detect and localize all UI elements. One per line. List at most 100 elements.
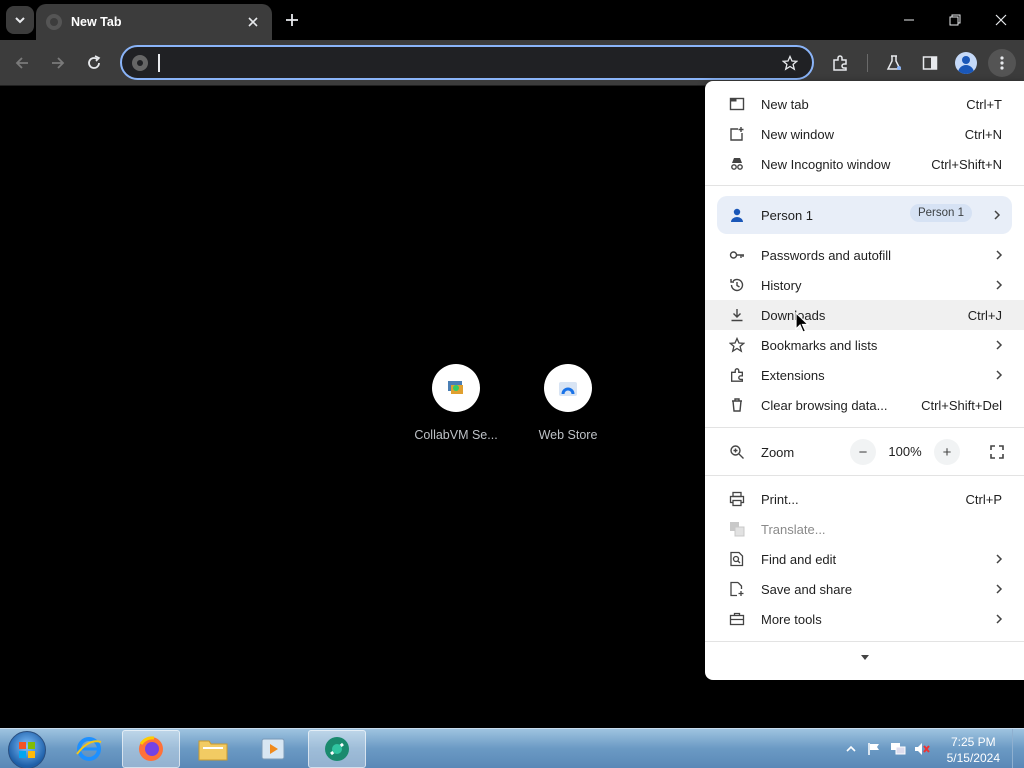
menu-item-label: Passwords and autofill	[761, 247, 892, 263]
menu-item-print[interactable]: Print... Ctrl+P	[705, 484, 1024, 514]
extensions-button[interactable]	[826, 49, 854, 77]
menu-more-button[interactable]	[855, 651, 875, 665]
menu-item-extensions[interactable]: Extensions	[705, 360, 1024, 390]
chrome-menu: New tab Ctrl+T New window Ctrl+N New Inc…	[705, 81, 1024, 680]
restore-icon	[949, 14, 961, 26]
screen: New Tab CollabVM Se... Web Store New tab…	[0, 0, 1024, 768]
menu-item-find-edit[interactable]: Find and edit	[705, 544, 1024, 574]
tray-volume[interactable]	[914, 741, 930, 757]
shortcut-tile	[432, 364, 480, 412]
menu-item-new-window[interactable]: New window Ctrl+N	[705, 119, 1024, 149]
folder-icon	[198, 740, 228, 761]
close-window-button[interactable]	[978, 0, 1024, 40]
taskbar-file-explorer[interactable]	[184, 730, 242, 768]
show-desktop-button[interactable]	[1012, 729, 1024, 768]
forward-button[interactable]	[44, 49, 72, 77]
labs-button[interactable]	[880, 49, 908, 77]
zoom-in-button[interactable]: +	[934, 439, 960, 465]
tray-network[interactable]	[890, 741, 906, 757]
minimize-button[interactable]	[886, 0, 932, 40]
menu-item-more-tools[interactable]: More tools	[705, 604, 1024, 634]
profile-button[interactable]	[952, 49, 980, 77]
fullscreen-button[interactable]	[984, 439, 1010, 465]
start-button[interactable]	[8, 731, 46, 768]
taskbar-firefox[interactable]	[122, 730, 180, 768]
chevron-right-icon	[996, 340, 1003, 350]
menu-item-shortcut: Ctrl+Shift+N	[931, 156, 1002, 172]
chrome-favicon-icon	[46, 14, 62, 30]
menu-item-translate[interactable]: Translate...	[705, 514, 1024, 544]
clock-date: 5/15/2024	[946, 751, 1000, 765]
bookmark-star-button[interactable]	[778, 51, 802, 75]
menu-item-passwords[interactable]: Passwords and autofill	[705, 240, 1024, 270]
menu-item-new-tab[interactable]: New tab Ctrl+T	[705, 89, 1024, 119]
menu-item-profile[interactable]: Person 1 Person 1	[717, 196, 1012, 234]
taskbar-internet-explorer[interactable]	[60, 730, 118, 768]
address-bar[interactable]	[120, 45, 814, 80]
menu-item-history[interactable]: History	[705, 270, 1024, 300]
arrow-left-icon	[15, 57, 28, 69]
close-icon	[248, 17, 258, 27]
menu-item-save-share[interactable]: Save and share	[705, 574, 1024, 604]
menu-item-clear-data[interactable]: Clear browsing data... Ctrl+Shift+Del	[705, 390, 1024, 420]
tab-new-tab[interactable]: New Tab	[36, 4, 272, 40]
taskbar: 7:25 PM 5/15/2024	[0, 728, 1024, 768]
taskbar-clock[interactable]: 7:25 PM 5/15/2024	[947, 734, 1000, 766]
menu-item-bookmarks[interactable]: Bookmarks and lists	[705, 330, 1024, 360]
tab-search-button[interactable]	[6, 6, 34, 34]
menu-separator	[705, 185, 1024, 186]
caret-down-icon	[861, 655, 869, 660]
shortcut-collabvm[interactable]: CollabVM Se...	[396, 364, 516, 442]
printer-icon	[729, 491, 745, 507]
minus-icon: −	[858, 443, 868, 461]
toolbar	[0, 40, 1024, 86]
tab-strip: New Tab	[0, 0, 1024, 40]
chrome-menu-button[interactable]	[988, 49, 1016, 77]
shortcut-label: Web Store	[538, 428, 598, 442]
chevron-up-icon	[846, 745, 856, 752]
toolbar-separator	[867, 54, 868, 72]
mouse-cursor-icon	[795, 312, 809, 333]
profile-name: Person 1	[761, 207, 814, 223]
close-icon	[995, 14, 1007, 26]
tray-action-center[interactable]	[866, 741, 882, 757]
side-panel-icon	[922, 56, 938, 70]
menu-item-downloads[interactable]: Downloads Ctrl+J	[705, 300, 1024, 330]
menu-item-shortcut: Ctrl+N	[964, 126, 1002, 142]
restore-button[interactable]	[932, 0, 978, 40]
chevron-right-icon	[996, 280, 1003, 290]
taskbar-media-player[interactable]	[244, 730, 302, 768]
avatar	[955, 52, 977, 74]
clock-time: 7:25 PM	[950, 735, 996, 749]
reload-button[interactable]	[80, 49, 108, 77]
volume-muted-icon	[915, 743, 930, 755]
web-store-icon	[559, 382, 577, 396]
chevron-right-icon	[996, 584, 1003, 594]
menu-separator	[705, 641, 1024, 642]
shortcut-web-store[interactable]: Web Store	[508, 364, 628, 442]
flask-icon	[886, 55, 902, 70]
fullscreen-icon	[990, 445, 1004, 459]
side-panel-button[interactable]	[916, 49, 944, 77]
menu-item-label: Find and edit	[761, 551, 837, 567]
menu-item-shortcut: Ctrl+T	[966, 96, 1002, 112]
back-button[interactable]	[8, 49, 36, 77]
menu-item-new-incognito[interactable]: New Incognito window Ctrl+Shift+N	[705, 149, 1024, 179]
internet-explorer-icon	[76, 737, 102, 761]
save-share-icon	[729, 581, 745, 597]
chevron-down-icon	[15, 17, 25, 24]
star-icon	[782, 54, 798, 71]
menu-item-label: Downloads	[761, 307, 826, 323]
menu-item-label: Save and share	[761, 581, 853, 597]
more-vertical-icon	[1000, 56, 1004, 70]
taskbar-chrome-app[interactable]	[308, 730, 366, 768]
address-input[interactable]	[159, 47, 778, 78]
person-icon	[729, 207, 745, 223]
new-tab-icon	[729, 96, 745, 112]
new-tab-button[interactable]	[280, 8, 304, 32]
tray-show-hidden-button[interactable]	[843, 741, 859, 757]
tab-close-button[interactable]	[244, 13, 262, 31]
menu-item-label: New Incognito window	[761, 156, 891, 172]
zoom-out-button[interactable]: −	[850, 439, 876, 465]
menu-item-label: Translate...	[761, 521, 826, 537]
